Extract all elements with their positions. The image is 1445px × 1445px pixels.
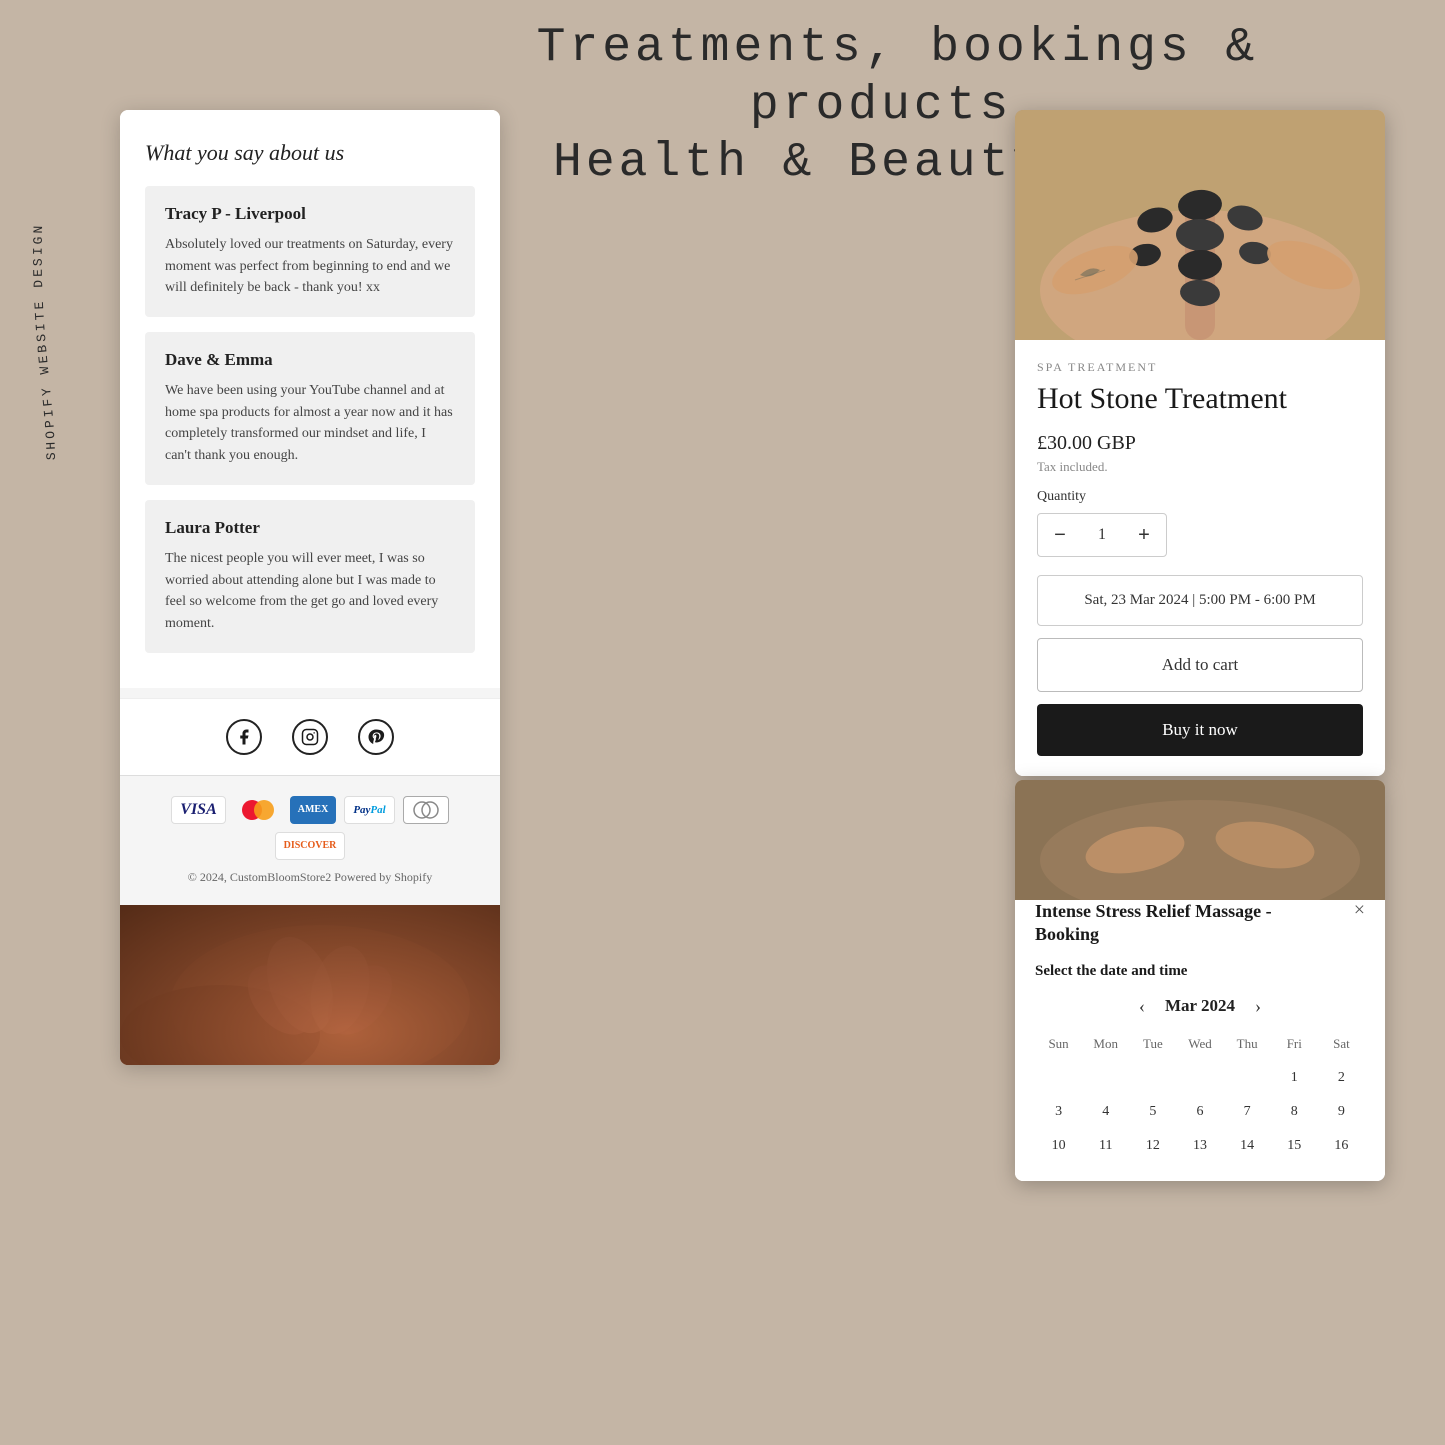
review-card-3: Laura Potter The nicest people you will …: [145, 500, 475, 653]
cal-empty-1: [1035, 1064, 1082, 1092]
calendar-month: Mar 2024: [1165, 996, 1235, 1016]
cal-day-8[interactable]: 8: [1271, 1098, 1318, 1126]
tax-note: Tax included.: [1037, 459, 1363, 475]
footer-copyright: © 2024, CustomBloomStore2 Powered by Sho…: [135, 870, 485, 895]
calendar-nav: ‹ Mar 2024 ›: [1035, 996, 1365, 1017]
booking-panel: Intense Stress Relief Massage - Booking …: [1015, 780, 1385, 1181]
review-text-3: The nicest people you will ever meet, I …: [165, 548, 455, 635]
review-card-2: Dave & Emma We have been using your YouT…: [145, 332, 475, 485]
cal-day-6[interactable]: 6: [1176, 1098, 1223, 1126]
day-header-wed: Wed: [1176, 1032, 1223, 1056]
left-phone-panel: What you say about us Tracy P - Liverpoo…: [120, 110, 500, 1065]
quantity-control: − 1 +: [1037, 513, 1167, 557]
buy-now-button[interactable]: Buy it now: [1037, 704, 1363, 756]
paypal-badge: PayPal: [344, 796, 394, 824]
cal-day-3[interactable]: 3: [1035, 1098, 1082, 1126]
day-header-mon: Mon: [1082, 1032, 1129, 1056]
calendar-week-1: 1 2: [1035, 1064, 1365, 1092]
cal-day-15[interactable]: 15: [1271, 1132, 1318, 1160]
cal-day-11[interactable]: 11: [1082, 1132, 1129, 1160]
reviewer-name-2: Dave & Emma: [165, 350, 455, 370]
reviews-title: What you say about us: [145, 140, 475, 166]
calendar-grid: Sun Mon Tue Wed Thu Fri Sat 1 2 3: [1035, 1032, 1365, 1160]
add-to-cart-button[interactable]: Add to cart: [1037, 638, 1363, 692]
day-header-fri: Fri: [1271, 1032, 1318, 1056]
quantity-value: 1: [1082, 526, 1122, 544]
hot-stone-image-svg: [1015, 110, 1385, 340]
calendar-next-button[interactable]: ›: [1255, 996, 1261, 1017]
visa-badge: VISA: [171, 796, 225, 824]
mastercard-badge: [234, 796, 282, 824]
calendar-prev-button[interactable]: ‹: [1139, 996, 1145, 1017]
cal-empty-5: [1224, 1064, 1271, 1092]
side-text-area: SHOPIFY WEBSITE DESIGN: [15, 80, 95, 480]
svg-text:SHOPIFY WEBSITE DESIGN: SHOPIFY WEBSITE DESIGN: [31, 222, 59, 460]
side-text-svg: SHOPIFY WEBSITE DESIGN: [15, 80, 95, 480]
product-title: Hot Stone Treatment: [1037, 381, 1363, 417]
payment-icons: VISA AMEX PayPal DISCOVER: [135, 796, 485, 860]
cal-day-16[interactable]: 16: [1318, 1132, 1365, 1160]
right-phone-panel: SPA TREATMENT Hot Stone Treatment £30.00…: [1015, 110, 1385, 776]
review-text-1: Absolutely loved our treatments on Satur…: [165, 234, 455, 299]
quantity-increase-button[interactable]: +: [1122, 514, 1166, 556]
social-row: [120, 698, 500, 775]
cal-day-2[interactable]: 2: [1318, 1064, 1365, 1092]
booking-title: Intense Stress Relief Massage - Booking: [1035, 900, 1335, 947]
booking-close-button[interactable]: ×: [1354, 900, 1365, 920]
calendar-week-3: 10 11 12 13 14 15 16: [1035, 1132, 1365, 1160]
reviewer-name-1: Tracy P - Liverpool: [165, 204, 455, 224]
day-header-tue: Tue: [1129, 1032, 1176, 1056]
amex-badge: AMEX: [290, 796, 337, 824]
cal-day-14[interactable]: 14: [1224, 1132, 1271, 1160]
side-text-label: SHOPIFY WEBSITE DESIGN: [31, 222, 59, 460]
cal-empty-2: [1082, 1064, 1129, 1092]
booking-modal: Intense Stress Relief Massage - Booking …: [1015, 880, 1385, 1181]
cal-day-10[interactable]: 10: [1035, 1132, 1082, 1160]
bottom-image-left: [120, 905, 500, 1065]
review-card-1: Tracy P - Liverpool Absolutely loved our…: [145, 186, 475, 317]
cal-day-9[interactable]: 9: [1318, 1098, 1365, 1126]
day-header-thu: Thu: [1224, 1032, 1271, 1056]
cal-day-7[interactable]: 7: [1224, 1098, 1271, 1126]
quantity-label: Quantity: [1037, 489, 1363, 505]
payment-row: VISA AMEX PayPal DISCOVER © 2024, Custom…: [120, 775, 500, 905]
day-header-sun: Sun: [1035, 1032, 1082, 1056]
reviewer-name-3: Laura Potter: [165, 518, 455, 538]
date-time-button[interactable]: Sat, 23 Mar 2024 | 5:00 PM - 6:00 PM: [1037, 575, 1363, 626]
quantity-decrease-button[interactable]: −: [1038, 514, 1082, 556]
facebook-icon[interactable]: [226, 719, 262, 755]
calendar-header-row: Sun Mon Tue Wed Thu Fri Sat: [1035, 1032, 1365, 1056]
booking-subtitle: Select the date and time: [1035, 963, 1365, 980]
cal-day-5[interactable]: 5: [1129, 1098, 1176, 1126]
cal-day-13[interactable]: 13: [1176, 1132, 1223, 1160]
booking-background-image: [1015, 780, 1385, 900]
cal-empty-3: [1129, 1064, 1176, 1092]
instagram-icon[interactable]: [292, 719, 328, 755]
product-price: £30.00 GBP: [1037, 432, 1363, 455]
review-text-2: We have been using your YouTube channel …: [165, 380, 455, 467]
product-details: SPA TREATMENT Hot Stone Treatment £30.00…: [1015, 340, 1385, 776]
product-image: [1015, 110, 1385, 340]
cal-day-12[interactable]: 12: [1129, 1132, 1176, 1160]
pinterest-icon[interactable]: [358, 719, 394, 755]
day-header-sat: Sat: [1318, 1032, 1365, 1056]
product-category: SPA TREATMENT: [1037, 360, 1363, 375]
calendar-week-2: 3 4 5 6 7 8 9: [1035, 1098, 1365, 1126]
reviews-section: What you say about us Tracy P - Liverpoo…: [120, 110, 500, 688]
discover-badge: DISCOVER: [275, 832, 346, 860]
booking-header: Intense Stress Relief Massage - Booking …: [1035, 900, 1365, 947]
cal-day-4[interactable]: 4: [1082, 1098, 1129, 1126]
diners-badge: [403, 796, 449, 824]
cal-empty-4: [1176, 1064, 1223, 1092]
cal-day-1[interactable]: 1: [1271, 1064, 1318, 1092]
